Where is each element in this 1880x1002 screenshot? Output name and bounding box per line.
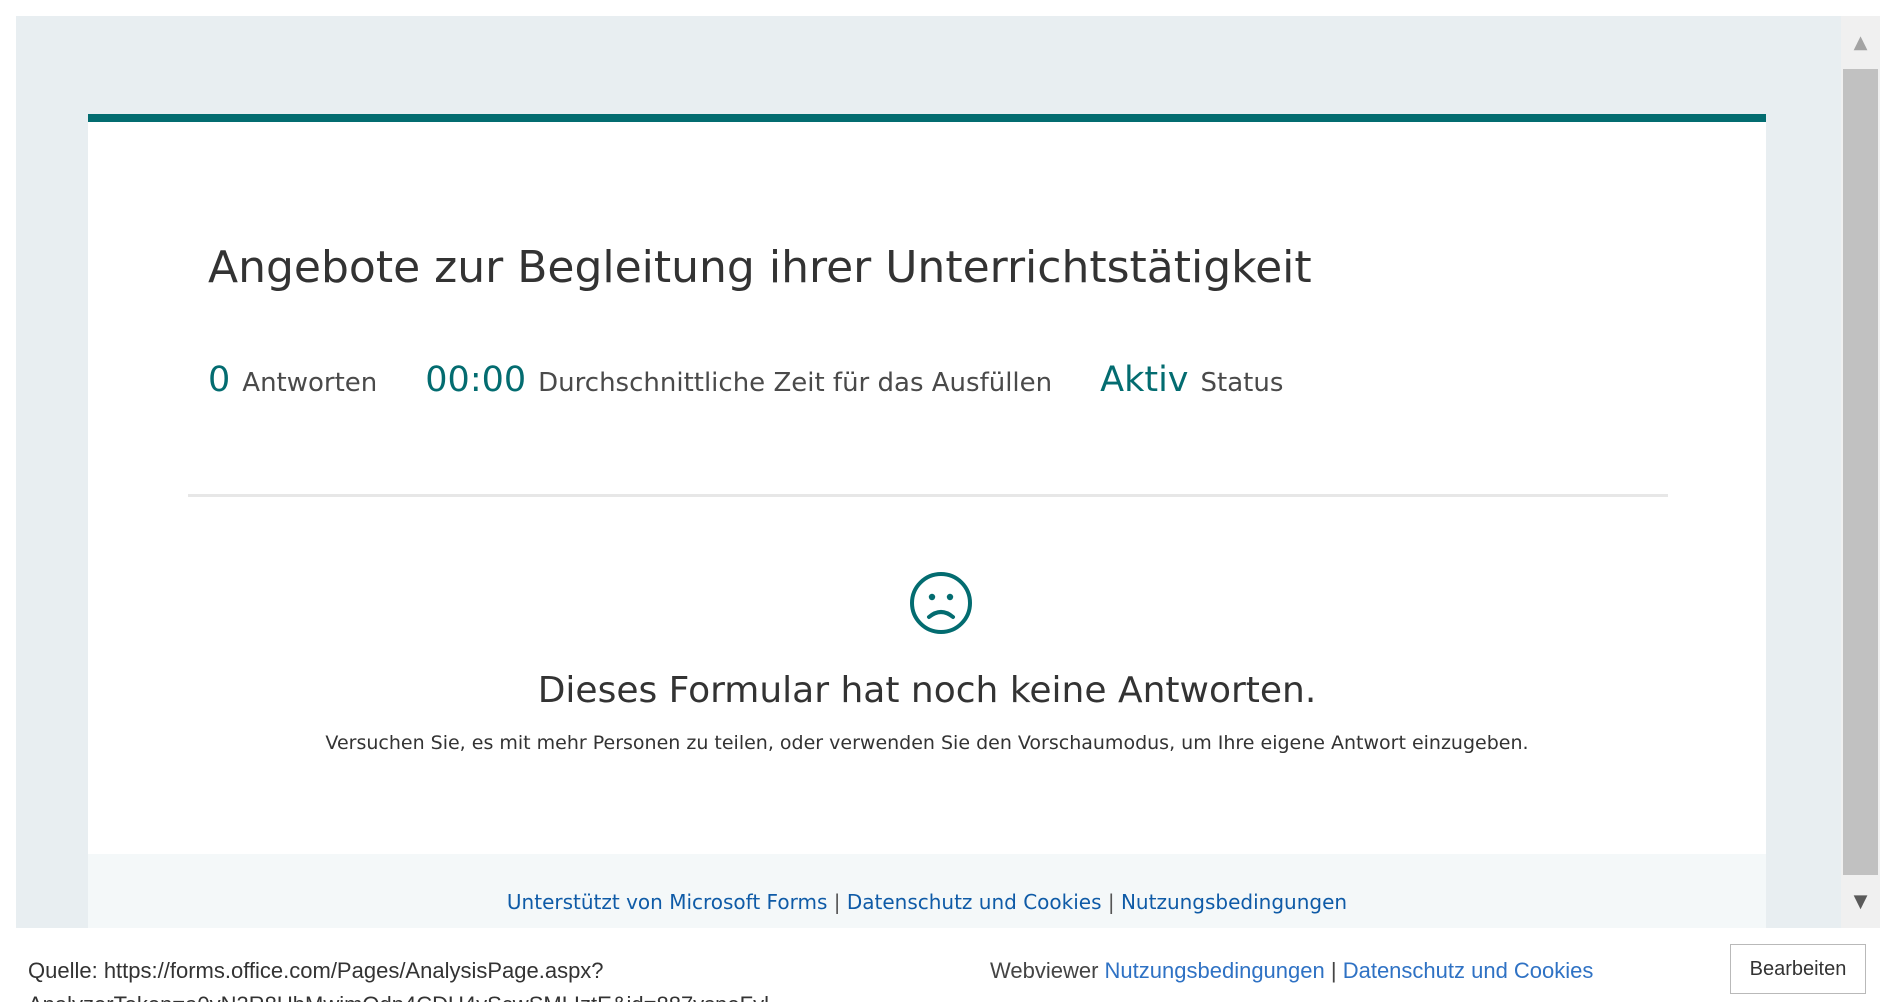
terms-link[interactable]: Nutzungsbedingungen [1121,890,1347,914]
source-url-line-1: Quelle: https://forms.office.com/Pages/A… [28,958,604,983]
response-stats: 0 Antworten 00:00 Durchschnittliche Zeit… [208,360,1331,400]
empty-state-title: Dieses Formular hat noch keine Antworten… [537,670,1317,711]
scroll-thumb[interactable] [1843,69,1878,875]
webviewer-label: Webviewer [990,958,1099,983]
scroll-up-icon[interactable]: ▲ [1841,16,1880,69]
form-card: Angebote zur Begleitung ihrer Unterricht… [88,114,1766,928]
vertical-scrollbar[interactable]: ▲ ▼ [1841,16,1880,928]
scroll-down-icon[interactable]: ▼ [1841,875,1880,928]
viewer-terms-link[interactable]: Nutzungsbedingungen [1105,958,1325,983]
footer-separator: | [833,890,841,914]
stat-average-time-label: Durchschnittliche Zeit für das Ausfüllen [538,368,1053,398]
viewer-privacy-link[interactable]: Datenschutz und Cookies [1343,958,1594,983]
form-title: Angebote zur Begleitung ihrer Unterricht… [208,242,1312,293]
empty-state-hint: Versuchen Sie, es mit mehr Personen zu t… [325,732,1529,754]
privacy-link[interactable]: Datenschutz und Cookies [847,890,1102,914]
stat-responses-label: Antworten [242,368,378,398]
powered-by-link[interactable]: Unterstützt von Microsoft Forms [507,890,827,914]
footer-separator: | [1107,890,1115,914]
form-embed-frame: Angebote zur Begleitung ihrer Unterricht… [16,16,1841,928]
source-url: Quelle: https://forms.office.com/Pages/A… [28,954,928,1002]
footer-links: Unterstützt von Microsoft Forms | Datens… [88,890,1766,914]
viewer-separator: | [1330,958,1337,983]
stat-average-time-value: 00:00 [425,360,527,400]
stat-responses: 0 Antworten [208,360,377,400]
stat-status-value: Aktiv [1100,360,1189,400]
sad-face-icon [910,572,972,634]
stat-responses-value: 0 [208,360,231,400]
edit-button[interactable]: Bearbeiten [1730,944,1866,994]
stat-status-label: Status [1200,368,1284,398]
webviewer-links: Webviewer Nutzungsbedingungen | Datensch… [990,954,1593,988]
source-url-line-2: AnalyzerToken=a0yN3R8UbMwimOdp4CDU4yScwS… [28,988,928,1002]
divider [188,494,1668,497]
webviewer-footer: Quelle: https://forms.office.com/Pages/A… [0,928,1880,1002]
stat-status: Aktiv Status [1100,360,1283,400]
stat-average-time: 00:00 Durchschnittliche Zeit für das Aus… [425,360,1052,400]
